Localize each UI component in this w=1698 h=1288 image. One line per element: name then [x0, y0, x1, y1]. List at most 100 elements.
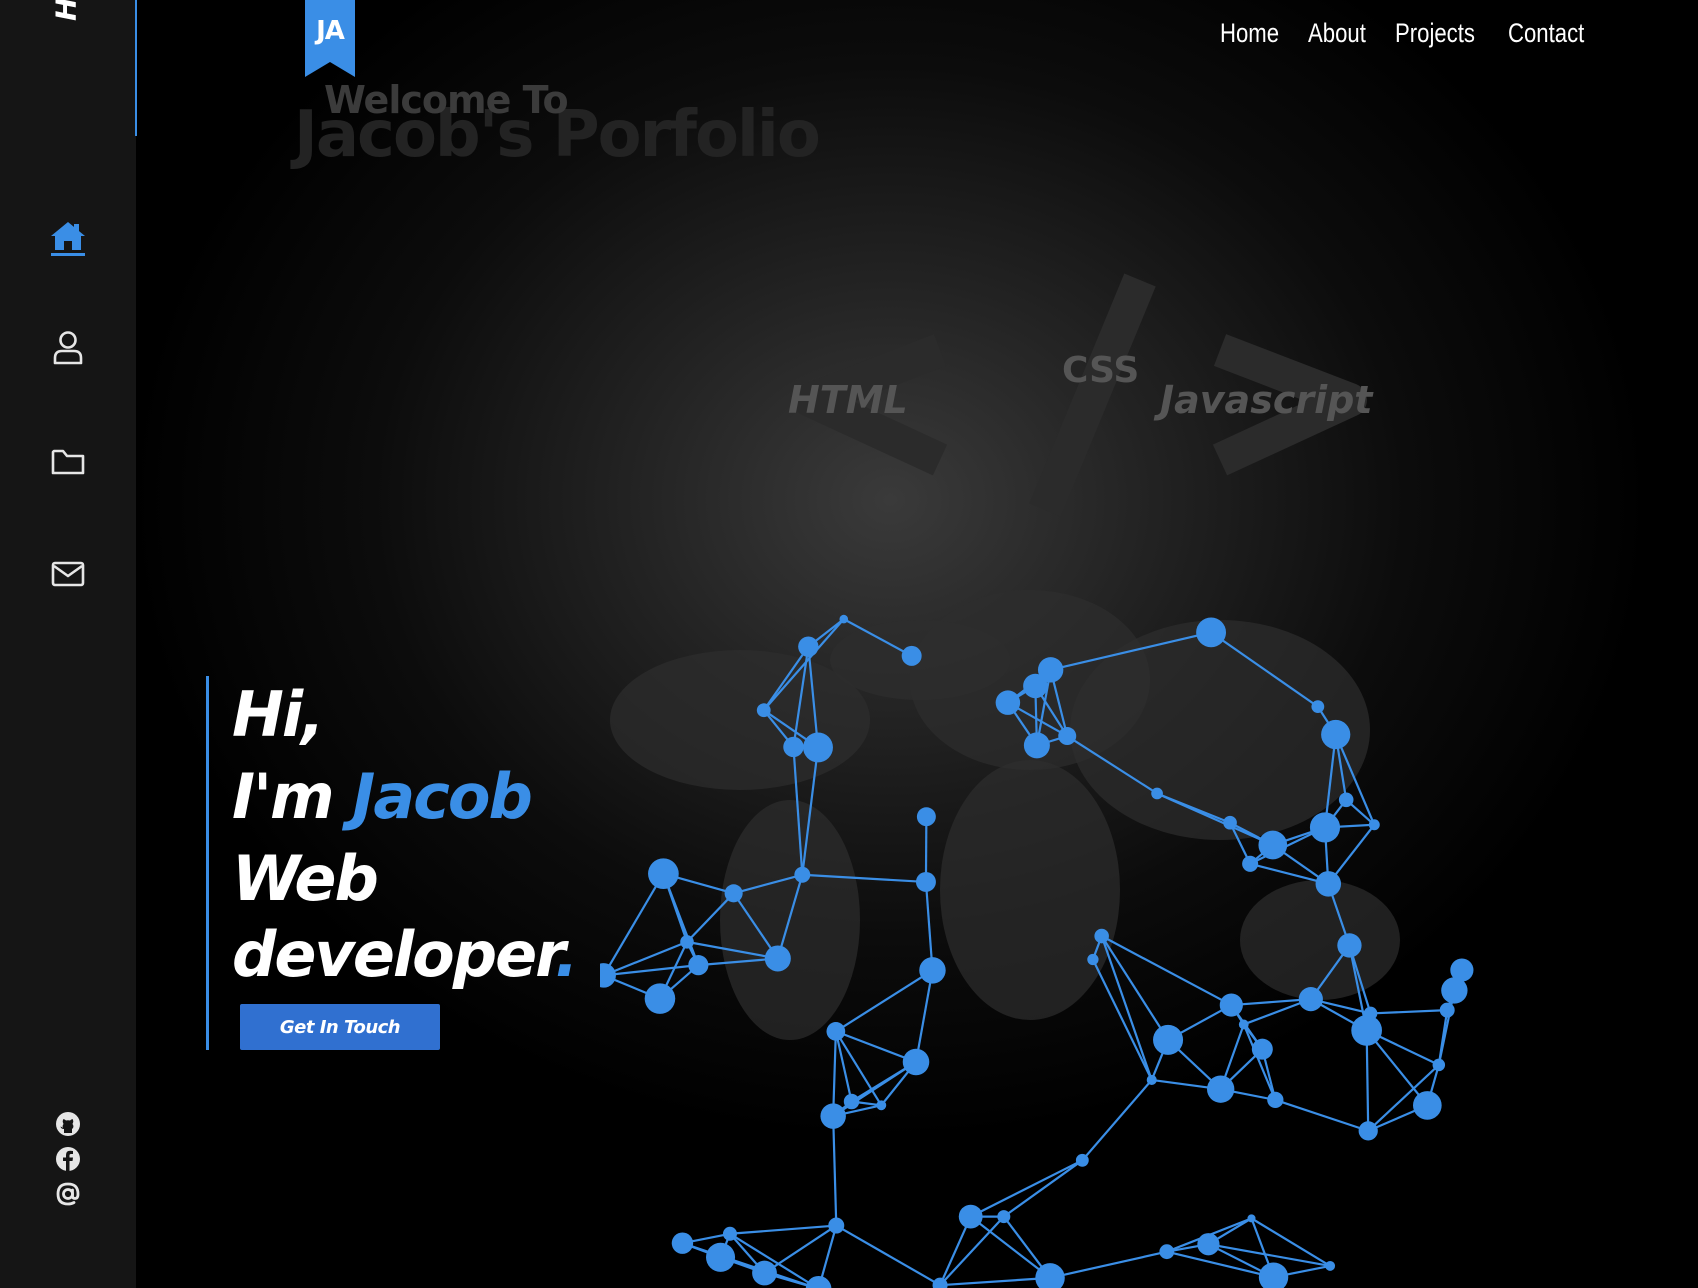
network-node [1432, 1058, 1446, 1072]
sidebar-item-home[interactable] [46, 216, 90, 260]
network-node [648, 858, 679, 890]
network-node [1087, 953, 1099, 966]
network-node [820, 1103, 846, 1129]
welcome-subtitle: Welcome To [324, 78, 569, 122]
sidebar: Home [0, 0, 137, 1288]
network-node [1247, 1214, 1256, 1223]
network-node [1368, 819, 1380, 831]
network-node [805, 1275, 832, 1288]
hero-intro: I'm Jacob [232, 766, 533, 828]
github-icon [56, 1112, 80, 1136]
network-node [644, 983, 676, 1014]
network-node [798, 636, 819, 657]
hero-name: Jacob [352, 760, 533, 833]
network-node [1023, 732, 1050, 759]
facebook-icon [56, 1147, 80, 1171]
mail-icon [51, 561, 85, 587]
sidebar-item-about[interactable] [46, 326, 90, 370]
network-node [916, 807, 936, 827]
network-node [876, 1100, 887, 1111]
hero-role-line1: Web [232, 842, 379, 915]
nav-projects[interactable]: Projects [1395, 18, 1475, 49]
sidebar-active-tab-label: Home [46, 0, 86, 21]
network-node [1075, 1153, 1089, 1167]
hero-role-line2: developer. [232, 924, 578, 986]
network-node [1337, 933, 1362, 958]
network-node [1258, 1262, 1289, 1288]
nav-about[interactable]: About [1308, 18, 1366, 49]
network-node [764, 945, 791, 972]
network-node [1450, 958, 1474, 982]
network-node [1159, 1244, 1175, 1260]
get-in-touch-button[interactable]: Get In Touch [240, 1004, 440, 1050]
network-node [1153, 1024, 1184, 1055]
network-node [722, 1226, 737, 1241]
network-node [828, 1217, 845, 1234]
network-node [1197, 1233, 1220, 1256]
network-node [1196, 617, 1226, 648]
network-node [1267, 1091, 1284, 1109]
network-node [671, 1232, 694, 1254]
sidebar-item-contact[interactable] [46, 552, 90, 596]
network-node [1338, 792, 1354, 808]
network-node [1058, 727, 1077, 746]
nav-contact[interactable]: Contact [1508, 18, 1584, 49]
code-tags-graphic: HTML CSS Javascript [760, 270, 1400, 530]
network-node [680, 935, 694, 949]
hero-greeting: Hi, [232, 678, 325, 751]
network-node [600, 963, 616, 988]
network-node [1223, 815, 1237, 830]
network-node [902, 1048, 930, 1076]
network-node [1311, 700, 1325, 714]
code-word-css: CSS [1062, 350, 1140, 391]
nav-home[interactable]: Home [1220, 18, 1279, 49]
at-sign-icon [56, 1182, 80, 1206]
hero-role-text: developer [232, 918, 557, 991]
folder-icon [51, 449, 85, 475]
network-node [794, 866, 811, 883]
top-nav: Home About Projects Contact [1220, 18, 1601, 49]
network-node [915, 871, 936, 892]
network-node [1358, 1121, 1378, 1141]
network-node [1412, 1091, 1442, 1120]
network-node [688, 955, 709, 976]
network-node [997, 1210, 1011, 1224]
network-node [1094, 928, 1109, 944]
network-node [1219, 993, 1243, 1017]
logo-text: JA [316, 16, 345, 46]
world-map-shape [610, 590, 1400, 1040]
network-node [1206, 1075, 1235, 1103]
network-node [1258, 830, 1288, 860]
network-node [724, 884, 743, 903]
network-node [1035, 1263, 1065, 1288]
hero-accent-bar [206, 676, 209, 1050]
hero-intro-prefix: I'm [232, 760, 353, 833]
code-word-javascript: Javascript [1160, 378, 1373, 422]
code-word-html: HTML [788, 378, 908, 422]
network-node [1251, 1038, 1273, 1060]
logo-badge[interactable]: JA [305, 0, 355, 78]
network-node [1315, 871, 1342, 897]
network-node [826, 1022, 846, 1041]
sidebar-active-tab[interactable]: Home [0, 0, 137, 136]
network-node [1242, 855, 1259, 872]
network-node [1146, 1074, 1157, 1085]
network-node [1238, 1019, 1249, 1030]
network-node [803, 732, 833, 763]
facebook-link[interactable] [54, 1145, 82, 1173]
sidebar-item-projects[interactable] [46, 440, 90, 484]
network-node [919, 957, 946, 984]
network-node [843, 1093, 860, 1110]
github-link[interactable] [54, 1110, 82, 1138]
network-node [1037, 657, 1064, 683]
network-node [901, 645, 922, 666]
globe-network-graphic [600, 590, 1474, 1288]
network-node [1325, 1260, 1336, 1271]
home-icon [51, 222, 85, 256]
network-node [1321, 719, 1351, 750]
network-node [995, 690, 1021, 715]
page-background: Home [0, 0, 1698, 1288]
email-link[interactable] [54, 1180, 82, 1208]
network-node [1151, 787, 1163, 800]
user-icon [53, 331, 83, 365]
